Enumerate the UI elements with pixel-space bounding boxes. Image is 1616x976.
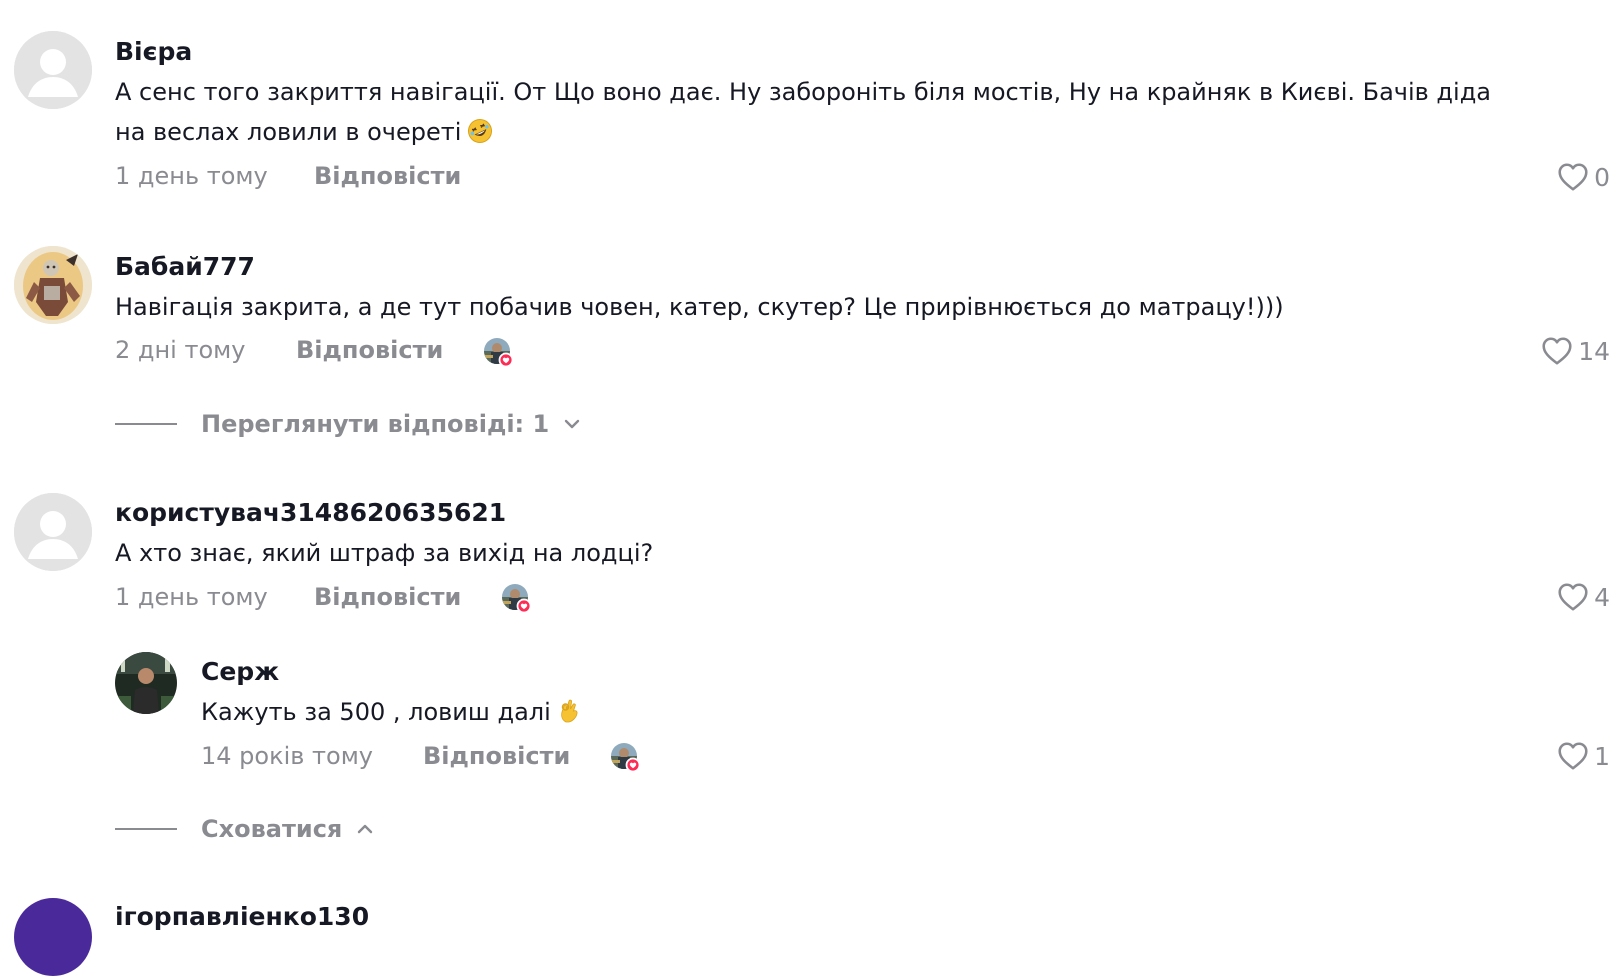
divider-line <box>115 828 177 830</box>
warrior-avatar[interactable] <box>14 246 92 324</box>
reply-text: Кажуть за 500 , ловиш далі <box>201 692 583 732</box>
comment-text-segment: на веслах ловили в очереті <box>115 118 462 146</box>
chevron-up-icon <box>354 818 376 840</box>
hide-replies-label: Сховатися <box>201 815 343 843</box>
comment-text-line: на веслах ловили в очереті <box>115 112 1491 152</box>
heart-icon <box>1540 334 1574 368</box>
view-replies-label: Переглянути відповіді: 1 <box>201 410 550 438</box>
comment-text-line: Навігація закрита, а де тут побачив чове… <box>115 293 1284 321</box>
comment-text: Навігація закрита, а де тут побачив чове… <box>115 287 1284 327</box>
heart-icon <box>1556 160 1590 194</box>
hide-replies-button[interactable]: Сховатися <box>115 815 376 843</box>
default-avatar-icon[interactable] <box>14 31 92 109</box>
like-count: 1 <box>1594 741 1610 771</box>
reply-text-segment: Кажуть за 500 , ловиш далі <box>201 698 551 726</box>
heart-icon <box>1556 580 1590 614</box>
comment-timestamp: 1 день тому <box>115 583 268 611</box>
rolling-laughing-emoji <box>468 119 493 143</box>
reply-button[interactable]: Відповісти <box>423 742 570 770</box>
like-button[interactable]: 4 <box>1556 580 1610 614</box>
comment-username[interactable]: Вієра <box>115 37 192 66</box>
default-avatar-icon[interactable] <box>14 493 92 571</box>
creator-liked-avatar-icon <box>610 742 640 772</box>
man-photo-avatar[interactable] <box>115 652 177 714</box>
like-button[interactable]: 0 <box>1556 160 1610 194</box>
like-count: 0 <box>1594 162 1610 192</box>
purple-avatar[interactable] <box>14 898 92 976</box>
chevron-down-icon <box>561 413 583 435</box>
reply-button[interactable]: Відповісти <box>314 162 461 190</box>
comment-timestamp: 1 день тому <box>115 162 268 190</box>
comment-username[interactable]: ігорпавліенко130 <box>115 902 369 931</box>
comment-text-line: А сенс того закриття навігації. От Що во… <box>115 78 1491 106</box>
reply-button[interactable]: Відповісти <box>296 336 443 364</box>
heart-icon <box>1556 739 1590 773</box>
ok-hand-emoji <box>561 699 578 723</box>
comment-timestamp: 2 дні тому <box>115 336 246 364</box>
reply-timestamp: 14 років тому <box>201 742 373 770</box>
creator-liked-avatar-icon <box>483 337 513 367</box>
comment-username[interactable]: Бабай777 <box>115 252 255 281</box>
comment-text: А хто знає, який штраф за вихід на лодці… <box>115 533 653 573</box>
creator-liked-avatar-icon <box>501 583 531 613</box>
divider-line <box>115 423 177 425</box>
like-count: 14 <box>1578 336 1610 366</box>
comment-username[interactable]: користувач3148620635621 <box>115 498 506 527</box>
reply-username[interactable]: Серж <box>201 657 279 686</box>
reply-button[interactable]: Відповісти <box>314 583 461 611</box>
reply-text-line: Кажуть за 500 , ловиш далі <box>201 692 583 732</box>
warrior-avatar-image <box>14 246 92 324</box>
like-button[interactable]: 1 <box>1556 739 1610 773</box>
man-photo-avatar-image <box>115 652 177 714</box>
comment-text: А сенс того закриття навігації. От Що во… <box>115 72 1491 152</box>
view-replies-button[interactable]: Переглянути відповіді: 1 <box>115 410 583 438</box>
like-button[interactable]: 14 <box>1540 334 1610 368</box>
like-count: 4 <box>1594 582 1610 612</box>
comment-text-line: А хто знає, який штраф за вихід на лодці… <box>115 539 654 567</box>
